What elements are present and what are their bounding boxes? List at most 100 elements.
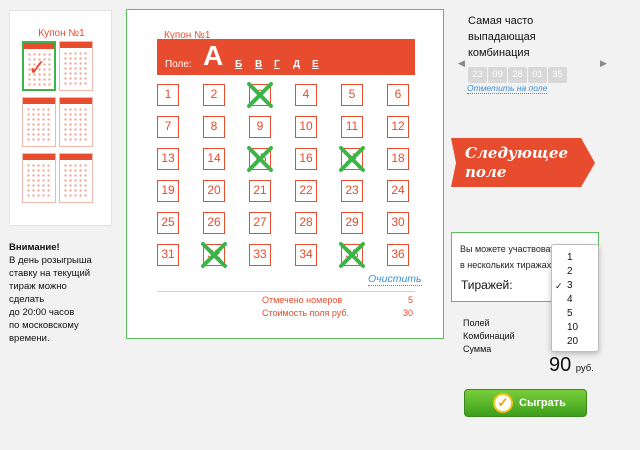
coupon-thumbnail-1[interactable]: ✓	[22, 41, 56, 91]
number-cell[interactable]: 22	[295, 180, 317, 202]
number-cell-label: 16	[299, 151, 313, 165]
number-cell[interactable]: 30	[387, 212, 409, 234]
notice-line: по московскому	[9, 320, 79, 331]
number-cell[interactable]: 11	[341, 116, 363, 138]
number-cell[interactable]: 13	[157, 148, 179, 170]
next-arrow-icon[interactable]: ▶	[600, 58, 607, 69]
field-tab-e[interactable]: Е	[312, 59, 319, 70]
field-tab-g[interactable]: Г	[274, 59, 280, 70]
prev-arrow-icon[interactable]: ◀	[458, 58, 465, 69]
number-cell-label: 4	[302, 87, 310, 101]
number-cell-label: 6	[394, 87, 402, 101]
coupon-thumbnail-2[interactable]	[59, 41, 93, 91]
number-cell[interactable]: 25	[157, 212, 179, 234]
number-cell[interactable]: 33	[249, 244, 271, 266]
number-cell[interactable]: 15	[247, 146, 273, 172]
notice-line: сделать	[9, 294, 45, 305]
draws-description-line: в нескольких тиражах	[460, 260, 552, 270]
field-tab-v[interactable]: В	[255, 59, 262, 70]
frequent-combination-title: Самая часто выпадающая комбинация	[468, 15, 536, 59]
number-cell[interactable]: 18	[387, 148, 409, 170]
price-currency: руб.	[575, 363, 594, 374]
play-button[interactable]: ✓ Сыграть	[464, 389, 587, 417]
number-cell[interactable]: 16	[295, 148, 317, 170]
coupon-thumbnail-6[interactable]	[59, 153, 93, 203]
number-cell[interactable]: 36	[387, 244, 409, 266]
notice-title: Внимание!	[9, 242, 60, 253]
number-cell-label: 27	[253, 215, 267, 229]
coupon-card: Купон №1 Поле: А Б В Г Д Е 1234567891011…	[126, 9, 444, 339]
frequent-combination-balls: 23 09 28 01 35	[468, 64, 568, 83]
number-cell[interactable]: 1	[157, 84, 179, 106]
combination-ball: 01	[528, 67, 547, 83]
draws-option[interactable]: 2	[552, 265, 598, 279]
coupon-thumbnail-4[interactable]	[59, 97, 93, 147]
number-cell[interactable]: 6	[387, 84, 409, 106]
number-cell-label: 5	[348, 87, 356, 101]
number-cell-label: 19	[161, 183, 175, 197]
notice-line: В день розыгрыша	[9, 255, 92, 266]
number-cell[interactable]: 19	[157, 180, 179, 202]
number-cell[interactable]: 12	[387, 116, 409, 138]
cross-mark-icon	[339, 146, 365, 172]
number-cell[interactable]: 4	[295, 84, 317, 106]
number-cell[interactable]: 21	[249, 180, 271, 202]
number-cell[interactable]: 24	[387, 180, 409, 202]
field-cost-value: 30	[402, 308, 413, 318]
number-cell[interactable]: 34	[295, 244, 317, 266]
number-cell-label: 11	[345, 119, 359, 133]
number-cell-label: 12	[391, 119, 405, 133]
number-cell[interactable]: 7	[157, 116, 179, 138]
draws-option[interactable]: 4	[552, 293, 598, 307]
draws-option[interactable]: 5	[552, 307, 598, 321]
number-cell-label: 25	[161, 215, 175, 229]
number-cell[interactable]: 26	[203, 212, 225, 234]
number-cell[interactable]: 10	[295, 116, 317, 138]
number-cell[interactable]: 2	[203, 84, 225, 106]
number-cell[interactable]: 23	[341, 180, 363, 202]
next-field-button[interactable]: Следующее поле	[451, 136, 595, 189]
draws-dropdown[interactable]: 1 2 ✓ 3 4 5 10 20	[551, 244, 599, 352]
number-cell[interactable]: 35	[339, 242, 365, 268]
field-tab-d[interactable]: Д	[293, 59, 300, 70]
number-cell-label: 28	[299, 215, 313, 229]
number-cell-label: 1	[164, 87, 172, 101]
draws-option-label: 2	[567, 266, 573, 277]
draws-label: Тиражей:	[461, 278, 513, 292]
draws-option[interactable]: 10	[552, 321, 598, 335]
field-tab-b[interactable]: Б	[235, 59, 242, 70]
number-cell[interactable]: 3	[247, 82, 273, 108]
number-cell[interactable]: 32	[201, 242, 227, 268]
field-cost-label: Стоимость поля руб.	[262, 308, 350, 318]
coupon-thumbnail-3[interactable]	[22, 97, 56, 147]
draws-option[interactable]: 20	[552, 335, 598, 349]
number-cell[interactable]: 14	[203, 148, 225, 170]
marked-count-label: Отмечено номеров	[262, 295, 343, 305]
cross-mark-icon	[247, 146, 273, 172]
draws-option-label: 4	[567, 294, 573, 305]
number-cell[interactable]: 27	[249, 212, 271, 234]
number-cell-label: 13	[161, 151, 175, 165]
notice-line: до 20:00 часов	[9, 307, 75, 318]
number-cell[interactable]: 9	[249, 116, 271, 138]
number-cell[interactable]: 8	[203, 116, 225, 138]
combination-ball: 23	[468, 67, 487, 83]
total-price: 90 руб.	[549, 354, 594, 377]
draws-option-selected[interactable]: ✓ 3	[552, 279, 598, 293]
number-cell[interactable]: 31	[157, 244, 179, 266]
coupon-thumbnail-5[interactable]	[22, 153, 56, 203]
number-cell[interactable]: 20	[203, 180, 225, 202]
number-cell-label: 24	[391, 183, 405, 197]
number-cell[interactable]: 5	[341, 84, 363, 106]
draws-option-label: 1	[567, 252, 573, 263]
number-cell-label: 33	[253, 247, 267, 261]
number-cell[interactable]: 29	[341, 212, 363, 234]
clear-link[interactable]: Очистить	[368, 273, 422, 286]
draws-option[interactable]: 1	[552, 251, 598, 265]
mark-on-field-link[interactable]: Отметить на поле	[467, 83, 548, 94]
number-cell[interactable]: 17	[339, 146, 365, 172]
combinations-label: Комбинаций	[463, 331, 515, 341]
number-cell[interactable]: 28	[295, 212, 317, 234]
draws-option-label: 5	[567, 308, 573, 319]
number-cell-label: 31	[161, 247, 175, 261]
